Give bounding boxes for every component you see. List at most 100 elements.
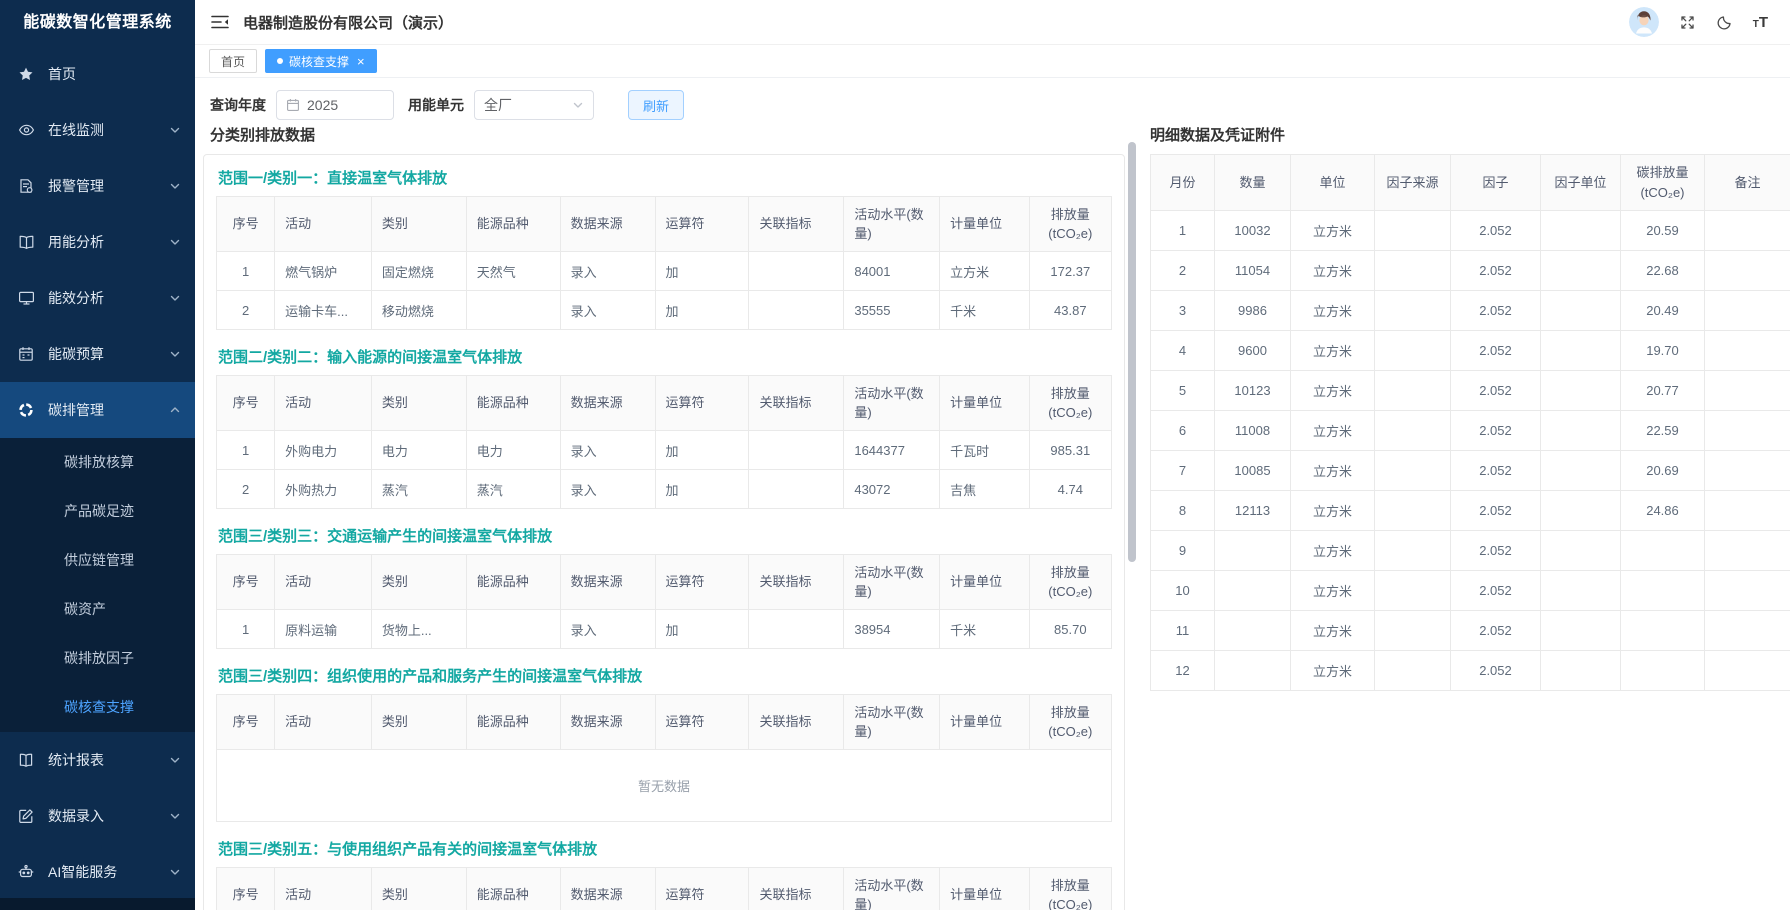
table-cell: 5 (1151, 371, 1215, 411)
user-avatar[interactable] (1629, 7, 1659, 37)
table-cell: 10 (1151, 571, 1215, 611)
tab-carbon-verification-support[interactable]: 碳核查支撑 × (265, 49, 377, 73)
table-cell: 4 (1151, 331, 1215, 371)
table-cell: 2 (217, 291, 275, 330)
tab-home[interactable]: 首页 (209, 49, 257, 73)
table-cell: 10085 (1215, 451, 1291, 491)
table-cell (1705, 371, 1790, 411)
table-cell: 7 (1151, 451, 1215, 491)
column-header: 类别 (371, 868, 466, 910)
tab-home-label: 首页 (221, 53, 245, 70)
alarm-file-icon (18, 178, 36, 194)
table-cell: 84001 (844, 252, 940, 291)
table-cell: 天然气 (466, 252, 560, 291)
table-cell: 24.86 (1621, 491, 1705, 531)
table-cell (1375, 651, 1451, 691)
energy-unit-select[interactable]: 全厂 (474, 90, 594, 120)
column-header: 类别 (371, 376, 466, 431)
sidebar-subitem-carbon-verification-support[interactable]: 碳核查支撑 (0, 683, 195, 732)
column-header: 活动水平(数 量) (844, 376, 940, 431)
font-size-icon[interactable]: TT (1753, 15, 1768, 30)
sidebar-item-alarm-management[interactable]: 报警管理 (0, 158, 195, 214)
menu-fold-icon[interactable] (211, 14, 229, 30)
column-header: 活动 (275, 868, 372, 910)
empty-placeholder: 暂无数据 (217, 750, 1112, 822)
dark-mode-moon-icon[interactable] (1716, 14, 1733, 31)
table-cell (1541, 651, 1621, 691)
table-cell: 录入 (560, 470, 655, 509)
column-header: 活动 (275, 695, 372, 750)
tab-close-icon[interactable]: × (357, 54, 365, 69)
table-cell: 运输卡车... (275, 291, 372, 330)
sidebar-item-ai-services[interactable]: AI智能服务 (0, 844, 195, 900)
table-row: 11立方米2.052 (1151, 611, 1790, 651)
sidebar-menu: 首页在线监测报警管理用能分析能效分析能碳预算碳排管理碳排放核算产品碳足迹供应链管… (0, 46, 195, 900)
sidebar-subitem-product-carbon-footprint[interactable]: 产品碳足迹 (0, 487, 195, 536)
sidebar-item-online-monitoring[interactable]: 在线监测 (0, 102, 195, 158)
column-header: 关联指标 (749, 868, 844, 910)
column-header: 能源品种 (466, 376, 560, 431)
table-cell (1215, 651, 1291, 691)
table-cell (1375, 331, 1451, 371)
table-cell: 千米 (940, 610, 1030, 649)
chevron-down-icon (169, 348, 181, 360)
column-header: 活动水平(数 量) (844, 868, 940, 910)
column-header: 关联指标 (749, 555, 844, 610)
table-cell (1215, 531, 1291, 571)
robot-icon (18, 864, 36, 880)
emission-category-card: 范围一/类别一：直接温室气体排放序号活动类别能源品种数据来源运算符关联指标活动水… (203, 154, 1125, 910)
table-cell: 立方米 (1291, 451, 1375, 491)
table-cell (1541, 451, 1621, 491)
sidebar-item-energy-use-analysis[interactable]: 用能分析 (0, 214, 195, 270)
table-cell: 蒸汽 (371, 470, 466, 509)
column-header: 因子单位 (1541, 155, 1621, 211)
app-root: 能碳数智化管理系统 首页在线监测报警管理用能分析能效分析能碳预算碳排管理碳排放核… (0, 0, 1790, 910)
table-cell: 1644377 (844, 431, 940, 470)
table-cell: 电力 (466, 431, 560, 470)
sidebar-item-statistics-report[interactable]: 统计报表 (0, 732, 195, 788)
table-cell (1541, 331, 1621, 371)
table-cell: 2.052 (1451, 531, 1541, 571)
sidebar-item-home[interactable]: 首页 (0, 46, 195, 102)
sidebar-item-label: 首页 (48, 64, 181, 84)
column-header: 序号 (217, 695, 275, 750)
column-header: 关联指标 (749, 376, 844, 431)
table-header-row: 序号活动类别能源品种数据来源运算符关联指标活动水平(数 量)计量单位排放量 (t… (217, 695, 1112, 750)
fullscreen-icon[interactable] (1679, 14, 1696, 31)
sidebar-subitem-carbon-accounting[interactable]: 碳排放核算 (0, 438, 195, 487)
table-cell: 2 (1151, 251, 1215, 291)
table-cell (749, 252, 844, 291)
column-header: 因子来源 (1375, 155, 1451, 211)
company-name: 电器制造股份有限公司（演示） (243, 12, 453, 33)
sidebar-item-carbon-emission-management[interactable]: 碳排管理 (0, 382, 195, 438)
year-input[interactable]: 2025 (276, 90, 394, 120)
table-cell (1541, 251, 1621, 291)
table-cell (1705, 531, 1790, 571)
empty-row: 暂无数据 (217, 750, 1112, 822)
right-panel-title: 明细数据及凭证附件 (1150, 124, 1790, 145)
column-header: 排放量 (tCO₂e) (1029, 197, 1111, 252)
sidebar-item-data-entry[interactable]: 数据录入 (0, 788, 195, 844)
active-tab-dot-icon (277, 58, 283, 64)
sidebar-subitem-carbon-asset[interactable]: 碳资产 (0, 585, 195, 634)
table-cell: 20.69 (1621, 451, 1705, 491)
table-cell: 9600 (1215, 331, 1291, 371)
sidebar-subitem-carbon-emission-factor[interactable]: 碳排放因子 (0, 634, 195, 683)
table-cell: 立方米 (1291, 211, 1375, 251)
column-header: 数据来源 (560, 197, 655, 252)
energy-unit-label: 用能单元 (408, 95, 464, 115)
column-header: 计量单位 (940, 376, 1030, 431)
table-cell: 原料运输 (275, 610, 372, 649)
table-cell (1541, 291, 1621, 331)
table-cell: 固定燃烧 (371, 252, 466, 291)
table-cell: 货物上... (371, 610, 466, 649)
sidebar-item-energy-carbon-budget[interactable]: 能碳预算 (0, 326, 195, 382)
table-cell: 2.052 (1451, 611, 1541, 651)
scrollbar-thumb[interactable] (1128, 142, 1136, 562)
column-header: 类别 (371, 197, 466, 252)
sidebar-subitem-supply-chain-management[interactable]: 供应链管理 (0, 536, 195, 585)
sidebar-item-energy-efficiency-analysis[interactable]: 能效分析 (0, 270, 195, 326)
data-table: 序号活动类别能源品种数据来源运算符关联指标活动水平(数 量)计量单位排放量 (t… (216, 867, 1112, 910)
refresh-button[interactable]: 刷新 (628, 90, 684, 120)
table-row: 812113立方米2.05224.86 (1151, 491, 1790, 531)
